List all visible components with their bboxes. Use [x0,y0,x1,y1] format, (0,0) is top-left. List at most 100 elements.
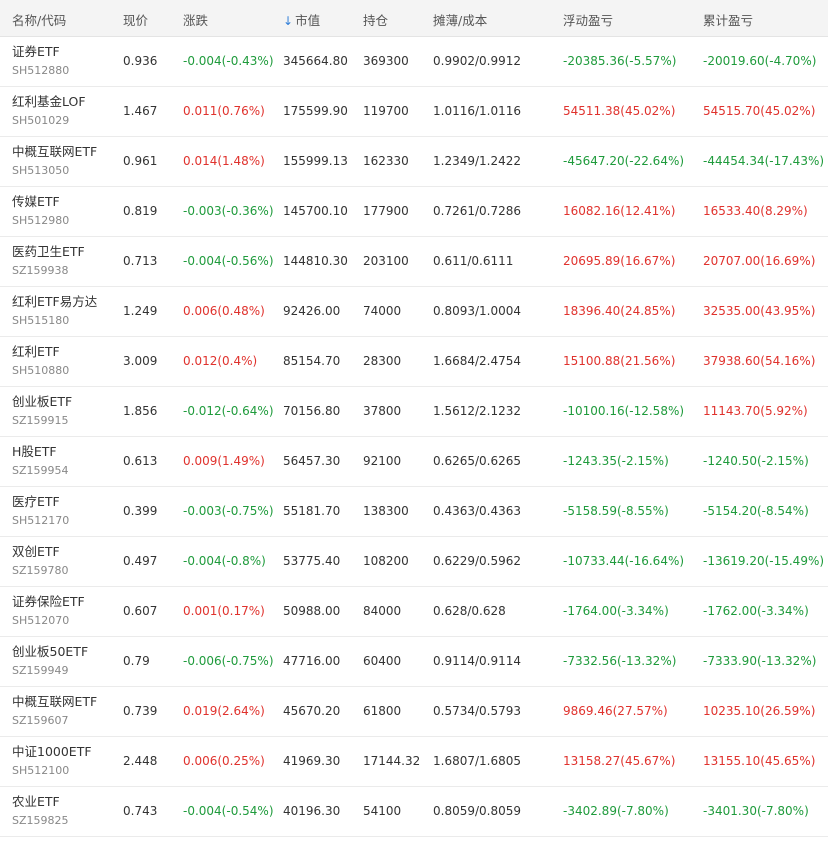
security-code: SH512170 [12,514,70,527]
col-header-name-code[interactable]: 名称/代码 [12,10,66,29]
floating-pl-value: 16082.16(12.41%) [563,204,676,218]
security-cell: 证券ETF SH512880 [12,44,69,78]
holding-value: 17144.32 [363,754,421,768]
table-row[interactable]: 农业ETF SZ159825 0.743 -0.004(-0.54%) 4019… [0,787,828,837]
table-row[interactable]: 红利ETF易方达 SH515180 1.249 0.006(0.48%) 924… [0,287,828,337]
sort-desc-icon: ↓ [283,14,294,28]
col-header-floating-pl[interactable]: 浮动盈亏 [563,10,613,29]
price-value: 0.713 [123,254,158,268]
cost-value: 0.5734/0.5793 [433,704,522,718]
col-header-market-value[interactable]: ↓ 市值 [283,10,320,29]
security-cell: 红利基金LOF SH501029 [12,94,86,128]
col-header-price[interactable]: 现价 [123,10,148,29]
col-header-holding[interactable]: 持仓 [363,10,388,29]
security-name[interactable]: 农业ETF [12,794,69,810]
table-row[interactable]: 证券ETF SH512880 0.936 -0.004(-0.43%) 3456… [0,37,828,87]
security-code: SZ159954 [12,464,69,477]
table-row[interactable]: 医疗ETF SH512170 0.399 -0.003(-0.75%) 5518… [0,487,828,537]
change-value: -0.006(-0.75%) [183,654,274,668]
cost-value: 0.628/0.628 [433,604,506,618]
security-cell: 传媒ETF SH512980 [12,194,69,228]
table-row[interactable]: 红利ETF SH510880 3.009 0.012(0.4%) 85154.7… [0,337,828,387]
security-name[interactable]: 中概互联网ETF [12,144,97,160]
floating-pl-value: -10100.16(-12.58%) [563,404,685,418]
table-row[interactable]: 证券保险ETF SH512070 0.607 0.001(0.17%) 5098… [0,587,828,637]
table-row[interactable]: 创业板50ETF SZ159949 0.79 -0.006(-0.75%) 47… [0,637,828,687]
accumulated-pl-value: -44454.34(-17.43%) [703,154,825,168]
change-value: -0.003(-0.75%) [183,504,274,518]
price-value: 1.467 [123,104,158,118]
security-name[interactable]: 红利基金LOF [12,94,86,110]
security-name[interactable]: 医疗ETF [12,494,69,510]
price-value: 0.819 [123,204,158,218]
holding-value: 74000 [363,304,402,318]
market-value: 56457.30 [283,454,341,468]
holding-value: 203100 [363,254,409,268]
floating-pl-value: -10733.44(-16.64%) [563,554,685,568]
change-value: 0.011(0.76%) [183,104,265,118]
floating-pl-value: 13158.27(45.67%) [563,754,676,768]
accumulated-pl-value: 13155.10(45.65%) [703,754,816,768]
col-header-cost[interactable]: 摊薄/成本 [433,10,487,29]
security-name[interactable]: 红利ETF [12,344,69,360]
table-row[interactable]: 医药卫生ETF SZ159938 0.713 -0.004(-0.56%) 14… [0,237,828,287]
market-value: 85154.70 [283,354,341,368]
security-name[interactable]: 传媒ETF [12,194,69,210]
col-header-accumulated-pl[interactable]: 累计盈亏 [703,10,753,29]
market-value: 47716.00 [283,654,341,668]
floating-pl-value: -1764.00(-3.34%) [563,604,669,618]
table-header: 名称/代码 现价 涨跌 ↓ 市值 持仓 摊薄/成本 浮动盈亏 累计盈亏 [0,0,828,37]
accumulated-pl-value: -13619.20(-15.49%) [703,554,825,568]
cost-value: 1.6807/1.6805 [433,754,522,768]
change-value: 0.001(0.17%) [183,604,265,618]
price-value: 2.448 [123,754,158,768]
security-name[interactable]: 创业板ETF [12,394,72,410]
market-value: 53775.40 [283,554,341,568]
change-value: 0.019(2.64%) [183,704,265,718]
security-code: SH512070 [12,614,70,627]
table-row[interactable]: H股ETF SZ159954 0.613 0.009(1.49%) 56457.… [0,437,828,487]
table-row[interactable]: 红利基金LOF SH501029 1.467 0.011(0.76%) 1755… [0,87,828,137]
security-cell: 红利ETF SH510880 [12,344,69,378]
table-row[interactable]: 中概互联网ETF SZ159607 0.739 0.019(2.64%) 456… [0,687,828,737]
security-cell: 创业板50ETF SZ159949 [12,644,88,678]
security-cell: 中证1000ETF SH512100 [12,744,92,778]
security-cell: 双创ETF SZ159780 [12,544,69,578]
security-name[interactable]: 中证1000ETF [12,744,92,760]
price-value: 0.399 [123,504,158,518]
security-name[interactable]: 双创ETF [12,544,69,560]
table-row[interactable]: 创业板ETF SZ159915 1.856 -0.012(-0.64%) 701… [0,387,828,437]
col-header-change[interactable]: 涨跌 [183,10,208,29]
security-name[interactable]: 证券保险ETF [12,594,85,610]
security-cell: H股ETF SZ159954 [12,444,69,478]
price-value: 0.79 [123,654,150,668]
change-value: -0.004(-0.56%) [183,254,274,268]
security-name[interactable]: 创业板50ETF [12,644,88,660]
table-row[interactable]: 双创ETF SZ159780 0.497 -0.004(-0.8%) 53775… [0,537,828,587]
security-code: SZ159607 [12,714,69,727]
change-value: 0.014(1.48%) [183,154,265,168]
security-code: SH512880 [12,64,70,77]
security-code: SH513050 [12,164,70,177]
accumulated-pl-value: 11143.70(5.92%) [703,404,808,418]
accumulated-pl-value: -5154.20(-8.54%) [703,504,809,518]
change-value: 0.009(1.49%) [183,454,265,468]
security-cell: 医疗ETF SH512170 [12,494,69,528]
cost-value: 1.5612/2.1232 [433,404,522,418]
security-name[interactable]: 中概互联网ETF [12,694,97,710]
security-name[interactable]: 红利ETF易方达 [12,294,97,310]
security-name[interactable]: 证券ETF [12,44,69,60]
col-header-market-value-label: 市值 [295,13,321,28]
holding-value: 177900 [363,204,409,218]
table-row[interactable]: 中证1000ETF SH512100 2.448 0.006(0.25%) 41… [0,737,828,787]
security-name[interactable]: H股ETF [12,444,69,460]
table-row[interactable]: 传媒ETF SH512980 0.819 -0.003(-0.36%) 1457… [0,187,828,237]
floating-pl-value: -7332.56(-13.32%) [563,654,677,668]
security-name[interactable]: 医药卫生ETF [12,244,85,260]
price-value: 0.613 [123,454,158,468]
cost-value: 0.8093/1.0004 [433,304,522,318]
change-value: -0.003(-0.36%) [183,204,274,218]
cost-value: 0.6265/0.6265 [433,454,522,468]
holding-value: 369300 [363,54,409,68]
table-row[interactable]: 中概互联网ETF SH513050 0.961 0.014(1.48%) 155… [0,137,828,187]
